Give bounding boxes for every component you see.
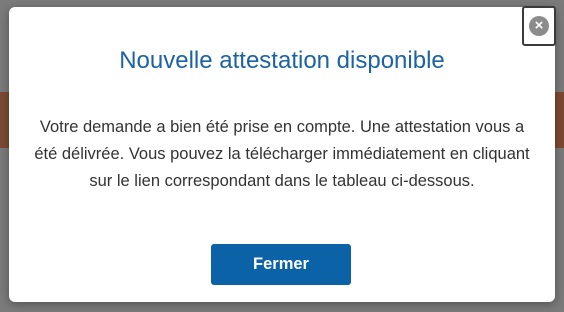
dialog-title: Nouvelle attestation disponible: [119, 47, 445, 74]
close-icon: ×: [529, 16, 549, 36]
dialog-message: Votre demande a bien été prise en compte…: [34, 118, 530, 190]
close-button[interactable]: ×: [522, 6, 556, 46]
close-dialog-button[interactable]: Fermer: [211, 244, 351, 285]
